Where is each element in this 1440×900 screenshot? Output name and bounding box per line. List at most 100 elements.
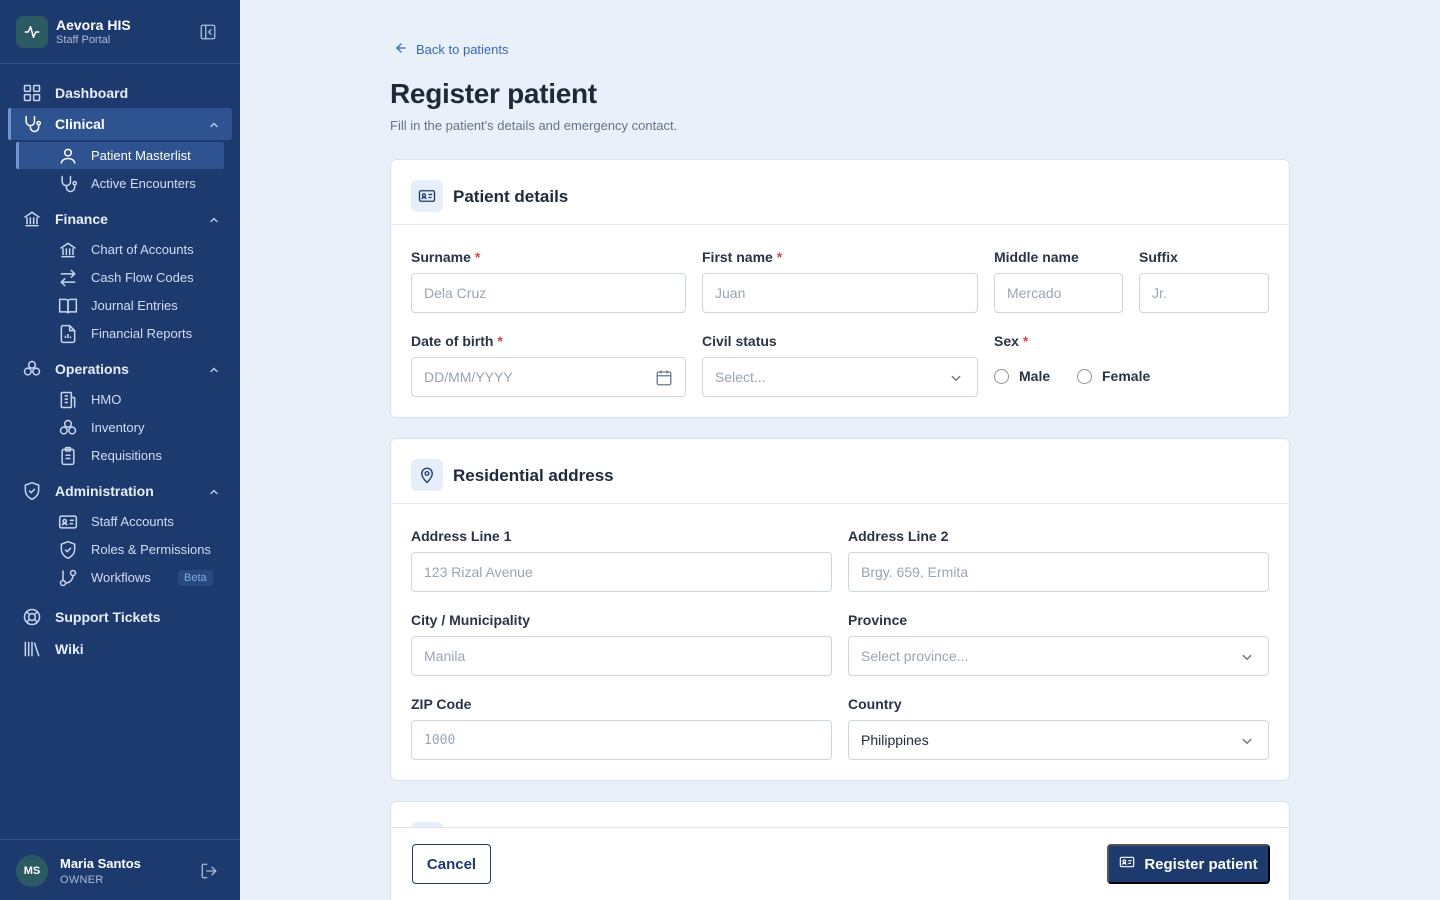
radio-circle[interactable] [1077,368,1092,384]
nav-staff-accounts[interactable]: Staff Accounts [16,508,224,535]
nav-administration[interactable]: Administration [8,475,232,507]
chevron-up-icon[interactable] [208,213,220,225]
sex-female-label: Female [1102,368,1151,384]
avatar: MS [16,855,48,887]
chevron-down-icon [947,369,965,387]
lifebuoy-icon [22,607,42,627]
chevron-up-icon[interactable] [208,118,220,130]
civil-status-label: Civil status [702,333,777,349]
nav-finance[interactable]: Finance [8,203,232,235]
sex-male-label: Male [1019,368,1051,384]
dashboard-icon [22,83,42,103]
chevron-down-icon [1238,732,1256,750]
nav-operations[interactable]: Operations [8,353,232,385]
page-title: Register patient [390,78,597,109]
back-label: Back to patients [416,41,509,57]
register-patient-button[interactable]: Register patient [1107,844,1270,884]
nav-hmo[interactable]: HMO [16,386,224,413]
civil-status-select[interactable]: Select... [702,357,978,397]
library-icon [22,639,42,659]
city-label: City / Municipality [411,612,531,628]
sex-male-radio[interactable]: Male [994,368,1050,384]
zip-input[interactable]: 1000 [411,720,832,760]
radio-circle[interactable] [994,368,1009,384]
boxes-icon [22,359,42,379]
card-title: Residential address [453,466,614,485]
user-icon [58,146,78,166]
nav-wiki-label: Wiki [55,641,84,657]
nav-clinical[interactable]: Clinical [8,108,232,140]
boxes-icon [58,418,78,438]
register-patient-label: Register patient [1144,855,1258,873]
nav-dashboard[interactable]: Dashboard [8,77,232,109]
nav-chart-of-accounts[interactable]: Chart of Accounts [16,236,224,263]
nav-active-encounters[interactable]: Active Encounters [16,170,224,197]
calendar-icon[interactable] [655,369,673,387]
cancel-button[interactable]: Cancel [412,844,491,884]
nav-support-tickets[interactable]: Support Tickets [8,601,232,633]
chevron-up-icon[interactable] [208,485,220,497]
nav-requisitions[interactable]: Requisitions [16,442,224,469]
nav-wiki[interactable]: Wiki [8,633,232,665]
map-pin-icon [411,459,443,491]
beta-badge: Beta [178,570,213,586]
nav-operations-label: Operations [55,361,129,377]
arrow-left-icon [394,41,408,58]
card-header: Patient details [391,160,1289,225]
card-title: Patient details [453,187,569,206]
chevron-up-icon[interactable] [208,363,220,375]
nav-administration-label: Administration [55,483,154,499]
middle-name-label: Middle name [994,249,1079,265]
id-card-icon [1119,854,1135,874]
nav-inventory[interactable]: Inventory [16,414,224,441]
logout-icon[interactable] [200,862,218,880]
nav-financial-reports-label: Financial Reports [91,326,193,341]
sidebar: Aevora HIS Staff Portal Dashboard Clinic… [0,0,240,900]
user-panel: MS Maria Santos OWNER [0,839,240,900]
civil-status-placeholder: Select... [715,369,766,385]
git-branch-icon [58,568,78,588]
suffix-input[interactable]: Jr. [1139,273,1269,313]
nav-workflows[interactable]: Workflows Beta [16,564,224,591]
sidebar-collapse-icon[interactable] [198,22,218,42]
bank-icon [22,209,42,229]
address-line1-input[interactable]: 123 Rizal Avenue [411,552,832,592]
middle-name-input[interactable]: Mercado [994,273,1123,313]
nav-staff-accounts-label: Staff Accounts [91,514,174,529]
report-icon [58,324,78,344]
address-line2-input[interactable]: Brgy. 659, Ermita [848,552,1269,592]
nav-cash-flow-codes[interactable]: Cash Flow Codes [16,264,224,291]
zip-label: ZIP Code [411,696,472,712]
dob-placeholder: DD/MM/YYYY [424,369,513,385]
dob-label: Date of birth * [411,333,503,349]
sex-female-radio[interactable]: Female [1077,368,1150,384]
nav-patient-masterlist[interactable]: Patient Masterlist [16,142,224,169]
user-name: Maria Santos [60,856,141,871]
building-icon [58,390,78,410]
book-icon [58,296,78,316]
surname-input[interactable]: Dela Cruz [411,273,686,313]
residential-address-card: Residential address Address Line 1 123 R… [390,438,1290,781]
nav-chart-of-accounts-label: Chart of Accounts [91,242,194,257]
app-name: Aevora HIS [56,17,131,33]
nav-roles-permissions-label: Roles & Permissions [91,542,211,557]
country-select[interactable]: Philippines [848,720,1269,760]
nav-roles-permissions[interactable]: Roles & Permissions [16,536,224,563]
province-label: Province [848,612,908,628]
back-to-patients-link[interactable]: Back to patients [394,40,509,58]
suffix-label: Suffix [1139,249,1178,265]
first-name-input[interactable]: Juan [702,273,978,313]
nav-journal-entries[interactable]: Journal Entries [16,292,224,319]
shield-icon [22,481,42,501]
dob-input[interactable]: DD/MM/YYYY [411,357,686,397]
nav-journal-entries-label: Journal Entries [91,298,178,313]
card-header: Residential address [391,439,1289,504]
stethoscope-icon [22,114,42,134]
nav-financial-reports[interactable]: Financial Reports [16,320,224,347]
shield-icon [58,540,78,560]
city-input[interactable]: Manila [411,636,832,676]
page-subtitle: Fill in the patient's details and emerge… [390,118,678,133]
nav-clinical-label: Clinical [55,116,105,132]
province-select[interactable]: Select province... [848,636,1269,676]
first-name-label: First name * [702,249,783,265]
